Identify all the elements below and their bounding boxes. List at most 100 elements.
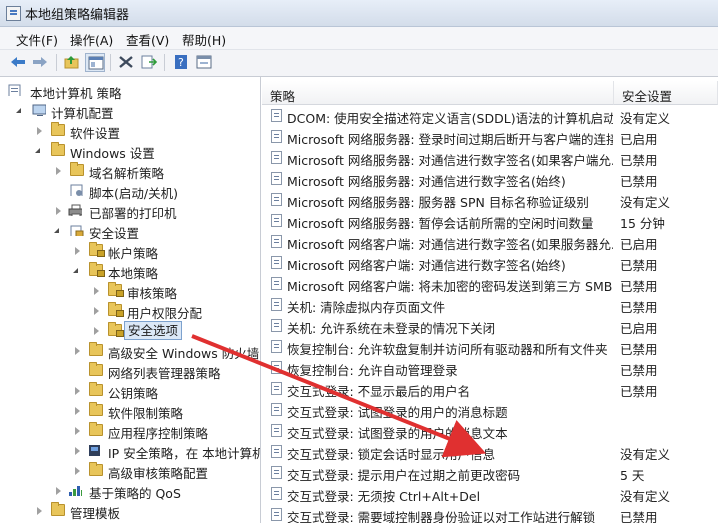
policy-setting-value: 已禁用 <box>620 510 658 523</box>
forward-button[interactable] <box>30 53 50 72</box>
policy-row[interactable]: 恢复控制台: 允许软盘复制并访问所有驱动器和所有文件夹 已禁用 <box>262 336 718 357</box>
policy-row[interactable]: Microsoft 网络客户端: 将未加密的密码发送到第三方 SMB... 已禁用 <box>262 273 718 294</box>
policy-setting-value: 已禁用 <box>620 174 658 189</box>
policy-row[interactable]: 关机: 允许系统在未登录的情况下关闭 已启用 <box>262 315 718 336</box>
tree-node-public-key[interactable]: 公钥策略 <box>0 381 260 401</box>
expand-toggle-icon[interactable] <box>54 228 59 233</box>
back-button[interactable] <box>8 53 28 72</box>
tree-node-account-policies[interactable]: 帐户策略 <box>0 241 260 261</box>
export-list-button[interactable] <box>139 53 159 72</box>
console-tree[interactable]: 本地计算机 策略 计算机配置 软件设置 Windows 设置 域名解析策略 脚本… <box>0 77 261 523</box>
menu-file[interactable]: 文件(F) <box>16 30 58 49</box>
expand-toggle-icon[interactable] <box>75 247 80 255</box>
policy-item-icon <box>271 256 282 269</box>
expand-toggle-icon[interactable] <box>56 207 61 215</box>
tree-node-admin-templates[interactable]: 管理模板 <box>0 501 260 521</box>
expand-toggle-icon[interactable] <box>75 407 80 415</box>
expand-toggle-icon[interactable] <box>75 447 80 455</box>
policy-row[interactable]: Microsoft 网络客户端: 对通信进行数字签名(如果服务器允... 已启用 <box>262 231 718 252</box>
expand-toggle-icon[interactable] <box>37 507 42 515</box>
policy-list[interactable]: 策略 安全设置 DCOM: 使用安全描述符定义语言(SDDL)语法的计算机启动.… <box>262 77 718 523</box>
policy-name: 交互式登录: 不显示最后的用户名 <box>287 384 471 399</box>
policy-row[interactable]: Microsoft 网络服务器: 对通信进行数字签名(始终) 已禁用 <box>262 168 718 189</box>
policy-row[interactable]: 交互式登录: 需要域控制器身份验证以对工作站进行解锁 已禁用 <box>262 504 718 523</box>
policy-item-icon <box>271 130 282 143</box>
policy-row[interactable]: 交互式登录: 试图登录的用户的消息标题 <box>262 399 718 420</box>
delete-button[interactable] <box>116 53 136 72</box>
expand-toggle-icon[interactable] <box>73 268 78 273</box>
policy-row[interactable]: 关机: 清除虚拟内存页面文件 已禁用 <box>262 294 718 315</box>
policy-setting-value: 已禁用 <box>620 384 658 399</box>
expand-toggle-icon[interactable] <box>94 327 99 335</box>
tree-node-advanced-audit[interactable]: 高级审核策略配置 <box>0 461 260 481</box>
tree-node-computer-config[interactable]: 计算机配置 <box>0 101 260 121</box>
policy-row[interactable]: 交互式登录: 无须按 Ctrl+Alt+Del 没有定义 <box>262 483 718 504</box>
tree-node-audit-policy[interactable]: 审核策略 <box>0 281 260 301</box>
tree-node-local-policies[interactable]: 本地策略 <box>0 261 260 281</box>
policy-row[interactable]: Microsoft 网络服务器: 对通信进行数字签名(如果客户端允... 已禁用 <box>262 147 718 168</box>
tree-label: 域名解析策略 <box>89 166 165 181</box>
security-icon <box>70 225 84 236</box>
policy-row[interactable]: DCOM: 使用安全描述符定义语言(SDDL)语法的计算机启动... 没有定义 <box>262 105 718 126</box>
tree-node-software-restriction[interactable]: 软件限制策略 <box>0 401 260 421</box>
tree-node-firewall[interactable]: 高级安全 Windows 防火墙 <box>0 341 260 361</box>
policy-row[interactable]: 交互式登录: 试图登录的用户的消息文本 <box>262 420 718 441</box>
policy-item-icon <box>271 193 282 206</box>
up-level-button[interactable] <box>62 53 82 72</box>
expand-toggle-icon[interactable] <box>75 387 80 395</box>
expand-toggle-icon[interactable] <box>56 167 61 175</box>
policy-name: Microsoft 网络客户端: 对通信进行数字签名(如果服务器允... <box>287 237 613 252</box>
expand-toggle-icon[interactable] <box>56 487 61 495</box>
menu-view[interactable]: 查看(V) <box>126 30 169 49</box>
tree-node-user-rights[interactable]: 用户权限分配 <box>0 301 260 321</box>
expand-toggle-icon[interactable] <box>37 127 42 135</box>
expand-toggle-icon[interactable] <box>16 108 21 113</box>
expand-toggle-icon[interactable] <box>94 287 99 295</box>
tree-label: 基于策略的 QoS <box>89 486 181 501</box>
policy-setting-value: 没有定义 <box>620 489 671 504</box>
tree-node-network-list[interactable]: 网络列表管理器策略 <box>0 361 260 381</box>
column-header-policy[interactable]: 策略 <box>262 81 614 105</box>
policy-row[interactable]: Microsoft 网络客户端: 对通信进行数字签名(始终) 已禁用 <box>262 252 718 273</box>
tree-node-local-policy[interactable]: 本地计算机 策略 <box>0 81 260 101</box>
policy-row[interactable]: Microsoft 网络服务器: 暂停会话前所需的空闲时间数量 15 分钟 <box>262 210 718 231</box>
properties-button[interactable] <box>194 53 214 72</box>
properties-icon <box>196 55 212 69</box>
policy-name: Microsoft 网络服务器: 对通信进行数字签名(如果客户端允... <box>287 153 613 168</box>
policy-setting-value: 5 天 <box>620 468 645 483</box>
tree-node-scripts[interactable]: 脚本(启动/关机) <box>0 181 260 201</box>
tree-node-security-settings[interactable]: 安全设置 <box>0 221 260 241</box>
ip-security-icon <box>89 445 100 456</box>
menu-action[interactable]: 操作(A) <box>70 30 113 49</box>
tree-node-name-resolution[interactable]: 域名解析策略 <box>0 161 260 181</box>
column-header-setting[interactable]: 安全设置 <box>614 81 718 105</box>
expand-toggle-icon[interactable] <box>75 347 80 355</box>
policy-name: Microsoft 网络客户端: 对通信进行数字签名(始终) <box>287 258 566 273</box>
tree-node-software-settings[interactable]: 软件设置 <box>0 121 260 141</box>
expand-toggle-icon[interactable] <box>35 148 40 153</box>
expand-toggle-icon[interactable] <box>94 307 99 315</box>
tree-node-app-control[interactable]: 应用程序控制策略 <box>0 421 260 441</box>
expand-toggle-icon[interactable] <box>75 467 80 475</box>
expand-toggle-icon[interactable] <box>75 427 80 435</box>
tree-node-windows-settings[interactable]: Windows 设置 <box>0 141 260 161</box>
menu-help[interactable]: 帮助(H) <box>182 30 226 49</box>
policy-row[interactable]: 恢复控制台: 允许自动管理登录 已禁用 <box>262 357 718 378</box>
tree-node-ip-security[interactable]: IP 安全策略，在 本地计算机 <box>0 441 260 461</box>
policy-row[interactable]: 交互式登录: 锁定会话时显示用户信息 没有定义 <box>262 441 718 462</box>
policy-row[interactable]: Microsoft 网络服务器: 登录时间过期后断开与客户端的连接 已启用 <box>262 126 718 147</box>
policy-row[interactable]: Microsoft 网络服务器: 服务器 SPN 目标名称验证级别 没有定义 <box>262 189 718 210</box>
policy-name: Microsoft 网络服务器: 服务器 SPN 目标名称验证级别 <box>287 195 589 210</box>
show-hide-tree-button[interactable] <box>85 53 105 72</box>
policy-row[interactable]: 交互式登录: 不显示最后的用户名 已禁用 <box>262 378 718 399</box>
folder-icon <box>108 322 124 337</box>
policy-item-icon <box>271 403 282 416</box>
tree-node-qos[interactable]: 基于策略的 QoS <box>0 481 260 501</box>
policy-row[interactable]: 交互式登录: 提示用户在过期之前更改密码 5 天 <box>262 462 718 483</box>
policy-item-icon <box>271 340 282 353</box>
tree-node-security-options[interactable]: 安全选项 <box>0 321 260 341</box>
tree-node-printers[interactable]: 已部署的打印机 <box>0 201 260 221</box>
policy-item-icon <box>271 445 282 458</box>
help-button[interactable]: ? <box>171 53 191 72</box>
policy-item-icon <box>271 424 282 437</box>
